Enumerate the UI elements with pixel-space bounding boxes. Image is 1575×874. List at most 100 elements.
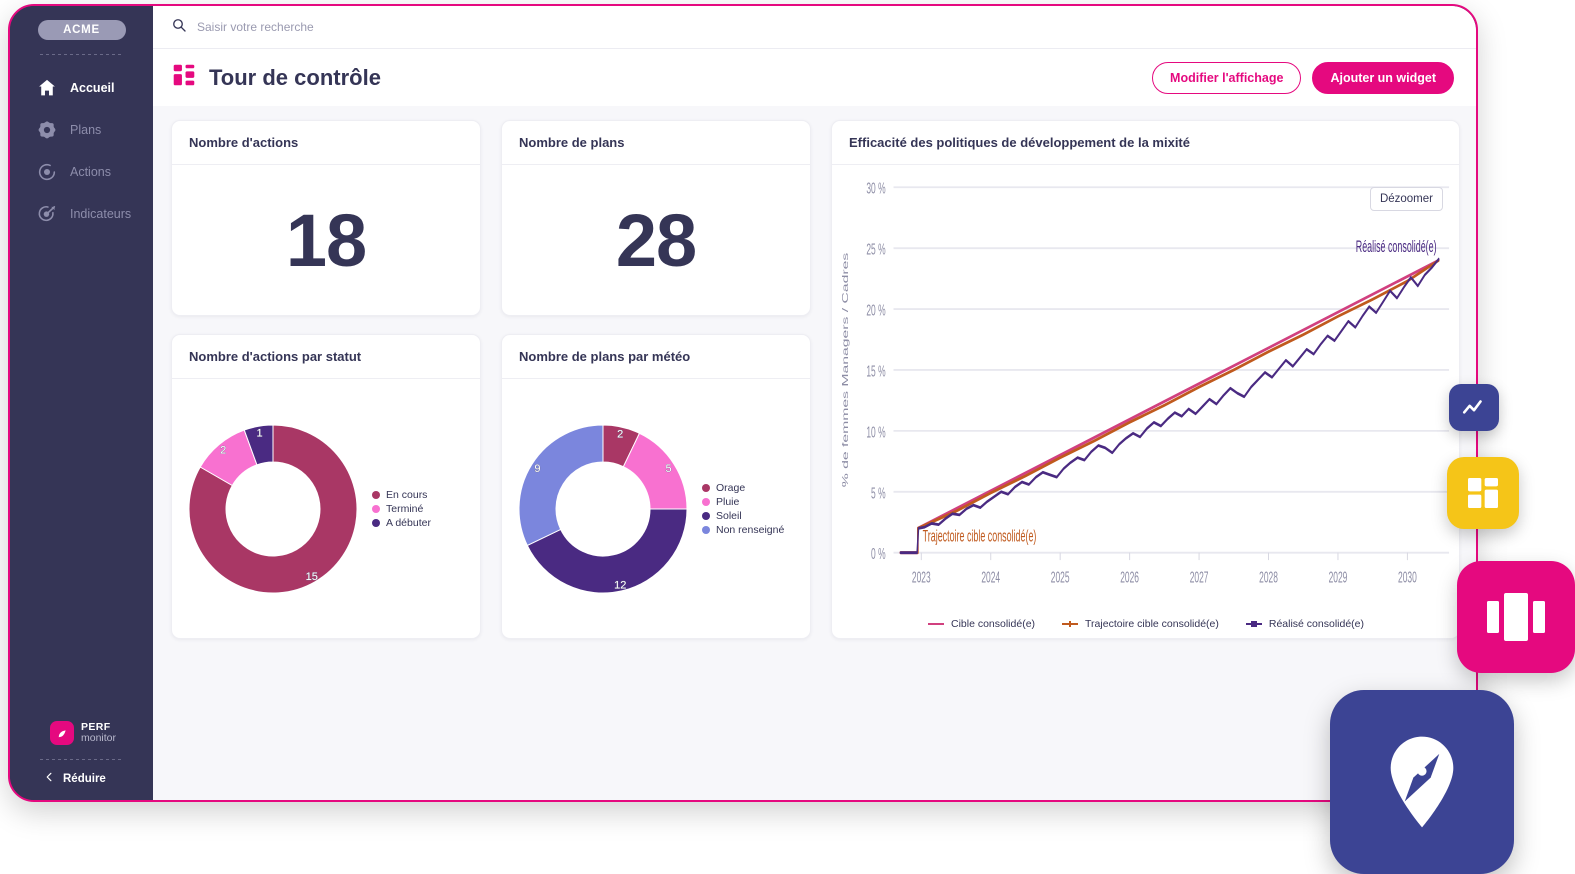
search-bar	[153, 6, 1476, 49]
x-axis-tick: 2027	[1190, 569, 1209, 586]
legend-label: Non renseigné	[716, 523, 785, 536]
donut-legend: Orage Pluie Soleil Non renseigné	[702, 482, 784, 536]
card-title: Nombre de plans	[502, 121, 810, 165]
card-plans-count: Nombre de plans 28	[501, 120, 811, 316]
sidebar-footer: PERF monitor Réduire	[10, 721, 153, 800]
chart-annotation-realise: Réalisé consolidé(e)	[1356, 237, 1437, 256]
donut-legend-item[interactable]: Soleil	[702, 510, 784, 522]
donut-slice-value: 2	[617, 428, 623, 440]
card-title: Nombre d'actions par statut	[172, 335, 480, 379]
donut-chart-actions: 15 2 1 En cours Terminé A débuter	[172, 379, 480, 638]
search-input[interactable]	[197, 20, 617, 34]
legend-label: Orage	[716, 481, 746, 494]
map-pin-compass-app-icon[interactable]	[1330, 690, 1514, 874]
legend-item-realise[interactable]: Réalisé consolidé(e)	[1245, 618, 1364, 630]
legend-item-cible[interactable]: Cible consolidé(e)	[927, 618, 1035, 630]
legend-item-trajectoire[interactable]: Trajectoire cible consolidé(e)	[1061, 618, 1219, 630]
x-axis-tick: 2029	[1329, 569, 1348, 586]
y-axis-tick: 5 %	[871, 485, 886, 502]
card-body: 18	[172, 165, 480, 315]
collapse-sidebar-button[interactable]: Réduire	[10, 770, 153, 792]
card-body: 0 % 5 % 10 % 15 % 20 % 25 % 30 % % de femmes Ma…	[832, 165, 1459, 638]
dashboard-grid-app-icon[interactable]	[1447, 457, 1519, 529]
sidebar-divider-top	[39, 54, 124, 55]
donut-slice-value: 2	[220, 444, 226, 456]
legend-color-dot	[372, 518, 380, 527]
sidebar-item-actions[interactable]: Actions	[10, 151, 153, 193]
card-title: Nombre de plans par météo	[502, 335, 810, 379]
donut-legend-item[interactable]: Pluie	[702, 496, 784, 508]
legend-color-dot	[372, 490, 380, 499]
screen: ACME Accueil Plans Actions Indicateurs P…	[0, 0, 1575, 874]
card-body: 2 5 12 9 Orage Pluie Soleil Non renseigné	[502, 379, 810, 638]
card-plans-by-weather: Nombre de plans par météo 2 5 12 9 Orage Plu…	[501, 334, 811, 639]
sidebar-item-label: Accueil	[70, 81, 115, 95]
y-axis-tick: 20 %	[866, 302, 885, 319]
legend-label: Réalisé consolidé(e)	[1268, 618, 1365, 630]
sidebar-item-label: Plans	[70, 123, 102, 137]
search-icon	[171, 17, 187, 38]
line-chart-svg: 0 % 5 % 10 % 15 % 20 % 25 % 30 % % de femmes Ma…	[841, 180, 1450, 586]
legend-label: Cible consolidé(e)	[950, 618, 1036, 630]
legend-color-dot	[702, 497, 710, 506]
donut-chart-weather: 2 5 12 9 Orage Pluie Soleil Non renseigné	[502, 379, 810, 638]
card-body: 28	[502, 165, 810, 315]
zoom-out-button[interactable]: Dézoomer	[1369, 187, 1443, 211]
brand-badge[interactable]: ACME	[37, 20, 126, 40]
app-window: ACME Accueil Plans Actions Indicateurs P…	[8, 4, 1478, 802]
kpi-value-actions: 18	[285, 198, 367, 282]
legend-color-dot	[702, 525, 710, 534]
card-body: 15 2 1 En cours Terminé A débuter	[172, 379, 480, 638]
donut-slice-value: 12	[614, 579, 626, 591]
card-title: Efficacité des politiques de développeme…	[832, 121, 1459, 165]
donut-svg: 1521	[188, 423, 358, 593]
donut-slice-value: 15	[306, 571, 318, 583]
donut-slice[interactable]	[518, 423, 604, 546]
kpi-value-plans: 28	[615, 198, 697, 282]
donut-legend: En cours Terminé A débuter	[372, 489, 431, 529]
chart-series-line	[899, 258, 1440, 555]
x-axis-tick: 2025	[1051, 569, 1070, 586]
donut-slice-value: 1	[256, 427, 262, 439]
chart-series-line	[899, 258, 1440, 555]
line-chart-app-icon[interactable]	[1449, 384, 1499, 431]
target-dot-icon	[36, 161, 58, 183]
sidebar-item-accueil[interactable]: Accueil	[10, 67, 153, 109]
edit-display-button[interactable]: Modifier l'affichage	[1152, 61, 1302, 94]
sidebar-item-indicateurs[interactable]: Indicateurs	[10, 193, 153, 235]
sidebar-item-label: Actions	[70, 165, 111, 179]
card-title: Nombre d'actions	[172, 121, 480, 165]
donut-legend-item[interactable]: A débuter	[372, 517, 431, 529]
perf-logo-line2: monitor	[81, 732, 117, 744]
main-content: Tour de contrôle Modifier l'affichage Aj…	[153, 6, 1476, 800]
x-axis-tick: 2026	[1120, 569, 1139, 586]
donut-slice-value: 5	[666, 462, 672, 474]
donut-svg: 2 5 12 9	[518, 423, 688, 593]
donut-legend-item[interactable]: En cours	[372, 489, 431, 501]
collapse-sidebar-label: Réduire	[63, 773, 106, 785]
perf-monitor-logo: PERF monitor	[10, 721, 153, 745]
chart-annotation-trajectoire: Trajectoire cible consolidé(e)	[923, 527, 1037, 546]
y-axis-tick: 10 %	[866, 424, 885, 441]
perf-monitor-mark-icon	[50, 721, 74, 745]
legend-label: Terminé	[386, 502, 424, 515]
donut-legend-item[interactable]: Terminé	[372, 503, 431, 515]
sidebar-item-plans[interactable]: Plans	[10, 109, 153, 151]
page-title: Tour de contrôle	[209, 64, 381, 90]
donut-legend-item[interactable]: Non renseigné	[702, 524, 784, 536]
donut-slice-value: 9	[534, 462, 540, 474]
sidebar: ACME Accueil Plans Actions Indicateurs P…	[10, 6, 153, 800]
home-icon	[36, 77, 58, 99]
add-widget-button[interactable]: Ajouter un widget	[1312, 61, 1454, 94]
donut-legend-item[interactable]: Orage	[702, 482, 784, 494]
carousel-app-icon[interactable]	[1457, 561, 1575, 673]
dashboard-grid-icon	[171, 62, 197, 93]
legend-label: Soleil	[716, 509, 742, 522]
sidebar-divider-bottom	[39, 759, 124, 760]
chevron-left-icon	[44, 770, 55, 788]
y-axis-tick: 0 %	[871, 545, 886, 562]
card-actions-by-status: Nombre d'actions par statut 15 2 1 En cour…	[171, 334, 481, 639]
gear-icon	[36, 119, 58, 141]
legend-label: Trajectoire cible consolidé(e)	[1085, 618, 1219, 630]
card-mixity-chart: Efficacité des politiques de développeme…	[831, 120, 1460, 639]
